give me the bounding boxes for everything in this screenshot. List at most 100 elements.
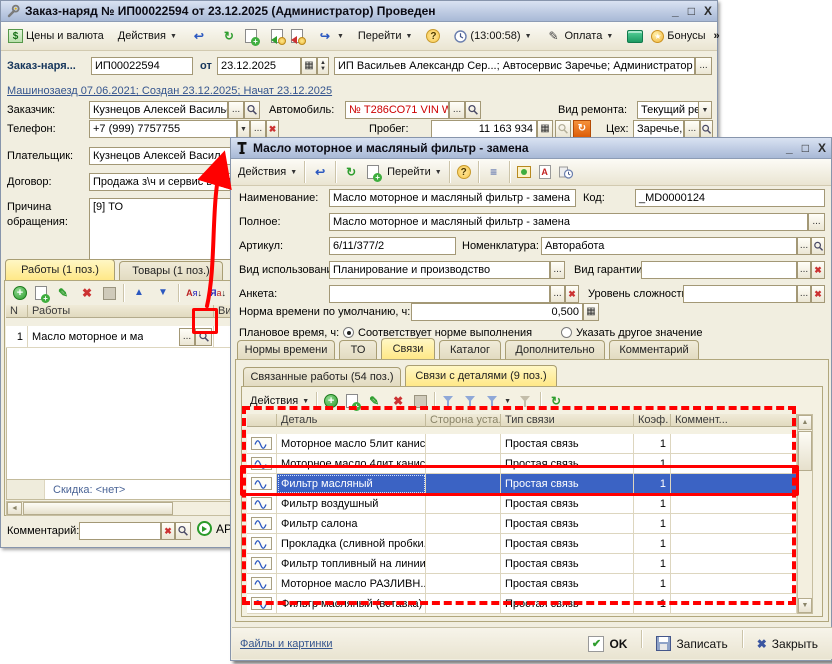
- files-pictures-link[interactable]: Файлы и картинки: [240, 638, 332, 650]
- goto-menu-button[interactable]: Перейти▼: [355, 29, 416, 43]
- form-clear-button[interactable]: ✖: [565, 285, 579, 303]
- order-number-field[interactable]: ИП00022594: [91, 57, 193, 75]
- cash-register-button[interactable]: [624, 29, 646, 44]
- norm-calc-button[interactable]: ▦: [583, 303, 599, 321]
- table-row[interactable]: Фильтр топливный на линии Простая связь …: [247, 554, 797, 574]
- name-field[interactable]: Масло моторное и масляный фильтр - замен…: [329, 189, 576, 207]
- links-copy-button[interactable]: +: [343, 393, 361, 409]
- close-button[interactable]: X: [704, 4, 712, 18]
- modal-titlebar[interactable]: Масло моторное и масляный фильтр - замен…: [231, 138, 831, 159]
- mileage-calendar-button[interactable]: ▦: [537, 120, 553, 138]
- usage-field[interactable]: Планирование и производство: [329, 261, 550, 279]
- tab-additional[interactable]: Дополнительно: [505, 340, 605, 359]
- norm-time-field[interactable]: 0,500: [411, 303, 583, 321]
- modal-copy-button[interactable]: +: [364, 164, 382, 180]
- contract-field[interactable]: Продажа з\ч и сервис в Руб: [89, 173, 253, 191]
- links-refresh-button[interactable]: ↻: [545, 393, 567, 410]
- payer-field[interactable]: Кузнецов Алексей Васил: [89, 147, 253, 165]
- tab-works[interactable]: Работы (1 поз.): [5, 259, 115, 280]
- modal-pdf-button[interactable]: A: [536, 164, 554, 180]
- repair-type-select[interactable]: Текущий ремонт: [637, 101, 699, 119]
- tab-goods[interactable]: Товары (1 поз.): [119, 261, 223, 280]
- phone-clear-button[interactable]: ✖: [266, 120, 279, 138]
- tab-catalog[interactable]: Каталог: [439, 340, 501, 359]
- toolbar-overflow-button[interactable]: »: [710, 29, 722, 43]
- refresh-button[interactable]: ↻: [218, 28, 240, 45]
- phone-dropdown-button[interactable]: ▼: [237, 120, 250, 138]
- modal-minimize-button[interactable]: _: [786, 141, 793, 155]
- links-edit-button[interactable]: ✎: [363, 393, 385, 410]
- modal-goto-menu-button[interactable]: Перейти▼: [384, 165, 445, 179]
- table-row[interactable]: Фильтр масляный (вставка) Простая связь …: [247, 594, 797, 614]
- calendar-button[interactable]: ▦: [301, 57, 317, 75]
- works-add-button[interactable]: +: [10, 285, 30, 301]
- payment-in-button[interactable]: [268, 28, 286, 44]
- scroll-down-icon[interactable]: ▼: [798, 598, 812, 613]
- bonuses-button[interactable]: ★Бонусы: [648, 29, 708, 44]
- modal-maximize-button[interactable]: □: [802, 141, 809, 155]
- payment-out-button[interactable]: [288, 28, 306, 44]
- tab-time-norms[interactable]: Нормы времени: [237, 340, 335, 359]
- table-row[interactable]: Моторное масло 4лит канис... Простая свя…: [247, 454, 797, 474]
- warranty-ellipsis-button[interactable]: ...: [797, 261, 811, 279]
- tab-links[interactable]: Связи: [381, 338, 435, 359]
- modal-history-button[interactable]: [556, 164, 576, 180]
- customer-ellipsis-button[interactable]: ...: [228, 101, 244, 119]
- scroll-left-icon[interactable]: ◄: [7, 502, 22, 515]
- car-field[interactable]: № Т286СО71 VIN W: [345, 101, 449, 119]
- fullname-field[interactable]: Масло моторное и масляный фильтр - замен…: [329, 213, 808, 231]
- modal-post-button[interactable]: ↩: [309, 164, 331, 181]
- modal-actions-menu-button[interactable]: Действия▼: [235, 165, 300, 179]
- links-actions-menu-button[interactable]: Действия▼: [247, 394, 312, 408]
- nomenclature-open-button[interactable]: [811, 237, 825, 255]
- table-row[interactable]: Прокладка (сливной пробки... Простая свя…: [247, 534, 797, 554]
- usage-ellipsis-button[interactable]: ...: [550, 261, 565, 279]
- repair-type-dropdown-button[interactable]: ▼: [698, 101, 712, 119]
- links-filter-by-value-button[interactable]: ▼: [483, 394, 514, 409]
- car-ellipsis-button[interactable]: ...: [449, 101, 465, 119]
- table-row[interactable]: Моторное масло РАЗЛИВН... Простая связь …: [247, 574, 797, 594]
- help-button[interactable]: ?: [423, 28, 443, 44]
- works-sort-asc-button[interactable]: Ая↓: [183, 285, 205, 302]
- works-move-down-button[interactable]: ▼: [152, 285, 174, 302]
- links-filter-button[interactable]: [439, 394, 459, 409]
- table-row[interactable]: Фильтр воздушный Простая связь 1: [247, 494, 797, 514]
- post-document-button[interactable]: ↩: [188, 28, 210, 45]
- date-spinner[interactable]: ▲▼: [317, 57, 329, 75]
- article-field[interactable]: 6/11/377/2: [329, 237, 456, 255]
- shop-open-button[interactable]: [700, 120, 713, 138]
- mileage-field[interactable]: 11 163 934: [431, 120, 537, 138]
- comment-clear-button[interactable]: ✖: [161, 522, 175, 540]
- form-field[interactable]: [329, 285, 550, 303]
- hscroll-thumb[interactable]: [23, 502, 173, 515]
- plan-radio-norm[interactable]: [343, 327, 354, 338]
- order-date-field[interactable]: 23.12.2025: [217, 57, 301, 75]
- work-open-button[interactable]: [195, 328, 212, 346]
- subtab-linked-works[interactable]: Связанные работы (54 поз.): [243, 367, 401, 386]
- table-row-selected[interactable]: Фильтр масляный Простая связь 1: [247, 474, 797, 494]
- modal-help-button[interactable]: ?: [454, 164, 474, 180]
- form-ellipsis-button[interactable]: ...: [550, 285, 565, 303]
- actions-menu-button[interactable]: Действия▼: [115, 29, 180, 43]
- time-button[interactable]: (13:00:58)▼: [451, 29, 534, 44]
- tab-comment[interactable]: Комментарий: [609, 340, 699, 359]
- customer-open-button[interactable]: [244, 101, 260, 119]
- customer-field[interactable]: Кузнецов Алексей Васильевич: [89, 101, 228, 119]
- difficulty-clear-button[interactable]: ✖: [811, 285, 825, 303]
- difficulty-field[interactable]: [683, 285, 797, 303]
- org-field[interactable]: ИП Васильев Александр Сер...; Автосервис…: [334, 57, 695, 75]
- copy-button[interactable]: +: [242, 28, 260, 44]
- vscroll-thumb[interactable]: [798, 431, 812, 471]
- payment-button[interactable]: ✎Оплата▼: [543, 28, 617, 45]
- links-filter-settings-button[interactable]: [461, 394, 481, 409]
- close-modal-button[interactable]: ✖ Закрыть: [751, 635, 824, 653]
- works-delete-button[interactable]: ✖: [76, 285, 98, 302]
- links-delete-button[interactable]: ✖: [387, 393, 409, 410]
- links-add-button[interactable]: +: [321, 393, 341, 409]
- subtab-detail-links[interactable]: Связи с деталями (9 поз.): [405, 365, 557, 386]
- nomenclature-field[interactable]: Авторабота: [541, 237, 797, 255]
- tab-to[interactable]: ТО: [339, 340, 377, 359]
- plan-radio-other-label[interactable]: Указать другое значение: [576, 327, 702, 339]
- nomenclature-ellipsis-button[interactable]: ...: [797, 237, 811, 255]
- send-button[interactable]: ↪▼: [314, 28, 347, 45]
